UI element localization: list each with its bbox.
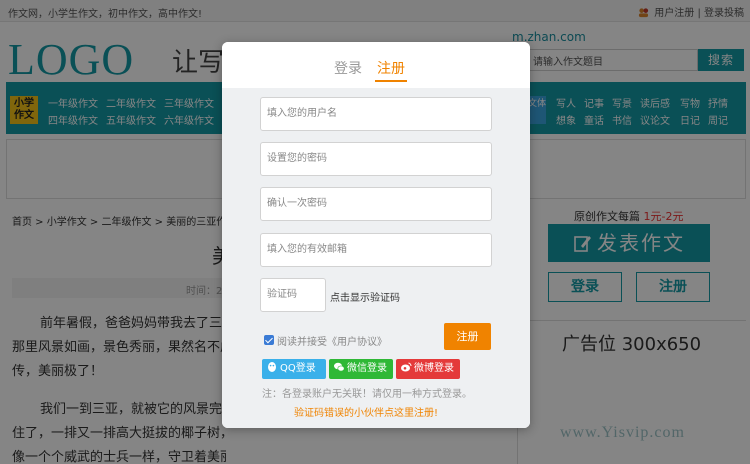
captcha-help-link[interactable]: 验证码错误的小伙伴点这里注册! [294, 404, 438, 419]
qq-icon [268, 362, 276, 372]
weibo-icon [401, 362, 412, 372]
wechat-login-label: 微信登录 [347, 363, 387, 374]
captcha-input[interactable]: 验证码 [260, 278, 326, 312]
wechat-icon [334, 362, 345, 372]
weibo-login-label: 微博登录 [414, 363, 454, 374]
agree-checkbox[interactable] [264, 335, 274, 345]
register-form: 填入您的用户名 设置您的密码 确认一次密码 填入您的有效邮箱 验证码 点击显示验… [222, 88, 530, 428]
password-input[interactable]: 设置您的密码 [260, 142, 492, 176]
wechat-login-button[interactable]: 微信登录 [329, 359, 393, 379]
qq-login-button[interactable]: QQ登录 [262, 359, 326, 379]
tab-login[interactable]: 登录 [334, 58, 362, 78]
register-submit-button[interactable]: 注册 [444, 323, 491, 350]
active-tab-indicator [375, 80, 407, 82]
qq-login-label: QQ登录 [280, 363, 316, 374]
weibo-login-button[interactable]: 微博登录 [396, 359, 460, 379]
email-input[interactable]: 填入您的有效邮箱 [260, 233, 492, 267]
username-input[interactable]: 填入您的用户名 [260, 97, 492, 131]
confirm-password-input[interactable]: 确认一次密码 [260, 187, 492, 221]
show-captcha-link[interactable]: 点击显示验证码 [330, 289, 400, 304]
tab-register[interactable]: 注册 [377, 58, 405, 78]
register-modal: 登录 注册 填入您的用户名 设置您的密码 确认一次密码 填入您的有效邮箱 验证码… [222, 42, 530, 428]
agree-terms-label[interactable]: 阅读并接受《用户协议》 [277, 333, 387, 348]
login-note: 注：各登录账户无关联！请仅用一种方式登录。 [262, 389, 472, 400]
